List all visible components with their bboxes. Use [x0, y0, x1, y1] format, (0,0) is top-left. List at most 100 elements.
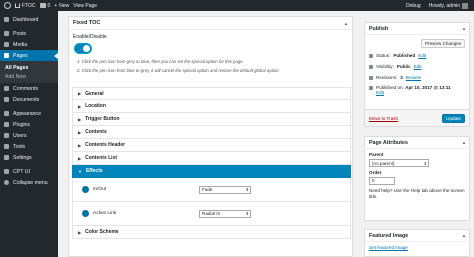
date-edit-link[interactable]: Edit: [376, 90, 384, 95]
pen-icon[interactable]: [82, 210, 89, 217]
wp-logo-menu[interactable]: [4, 2, 11, 9]
home-icon: [15, 3, 20, 8]
sidebar-item-appearance[interactable]: Appearance: [0, 108, 58, 119]
sidebar-item-documents[interactable]: Documents: [0, 94, 58, 105]
status-row: Status: Published Edit: [365, 50, 469, 61]
visibility-row: Visibility: Public Edit: [365, 61, 469, 72]
move-to-trash-link[interactable]: Move to Trash: [369, 116, 398, 121]
view-page-label: View Page: [73, 2, 98, 9]
avatar: [462, 2, 468, 9]
effect-active-link-select[interactable]: Radial In: [199, 209, 251, 218]
key-icon: [369, 53, 373, 58]
parent-select[interactable]: (no parent): [369, 159, 429, 167]
sidebar-item-settings[interactable]: Settings: [0, 152, 58, 163]
effect-active-link-label: Active Link: [93, 211, 117, 216]
sidebar-item-dashboard[interactable]: Dashboard: [0, 14, 58, 25]
new-content-link[interactable]: + New: [54, 3, 69, 9]
caret-right-icon: ▶: [78, 116, 82, 122]
settings-icon: [4, 155, 9, 160]
sidebar-item-posts[interactable]: Posts: [0, 28, 58, 39]
effect-in-out-row: In/Out Fade: [72, 178, 351, 202]
sidebar-item-label: Comments: [13, 85, 39, 92]
section-effects[interactable]: ▼ Effects: [72, 165, 351, 178]
status-label: Status:: [376, 53, 391, 58]
submenu-add-new[interactable]: Add New: [0, 72, 58, 81]
comments-link[interactable]: 0: [39, 2, 51, 9]
sidebar-item-label: CPT UI: [13, 168, 30, 175]
comments-count: 0: [47, 2, 51, 9]
visibility-label: Visibility:: [376, 64, 394, 69]
publish-title: Publish: [369, 25, 389, 32]
gear-icon: [4, 169, 9, 174]
section-trigger-button[interactable]: ▶ Trigger Button: [72, 113, 351, 126]
comments-icon: [4, 86, 9, 91]
status-edit-link[interactable]: Edit: [418, 53, 426, 58]
section-location[interactable]: ▶ Location: [72, 100, 351, 113]
caret-right-icon: ▶: [78, 103, 82, 109]
collapse-triangle-icon[interactable]: ▲: [462, 26, 466, 31]
caret-right-icon: ▶: [78, 129, 82, 135]
preview-changes-button[interactable]: Preview Changes: [420, 39, 465, 48]
hint-2: 2. Click the pen icon from blue to grey,…: [77, 68, 280, 73]
sidebar-item-cpt-ui[interactable]: CPT UI: [0, 166, 58, 177]
sidebar-item-tools[interactable]: Tools: [0, 141, 58, 152]
view-page-link[interactable]: View Page: [73, 3, 97, 9]
collapse-triangle-icon[interactable]: ▲: [344, 21, 348, 26]
caret-right-icon: ▶: [78, 229, 82, 235]
section-contents-list[interactable]: ▶ Contents List: [72, 152, 351, 165]
section-label: General: [85, 90, 104, 97]
metabox-header[interactable]: Fixed TOC ▲: [69, 17, 352, 30]
effect-in-out-label: In/Out: [93, 187, 107, 192]
wordpress-logo-icon: [4, 2, 11, 9]
sidebar-item-label: Plugins: [13, 121, 31, 128]
publish-metabox: Publish ▲ Preview Changes Status: Publishe…: [364, 22, 470, 127]
site-name: FTOC: [22, 2, 36, 9]
section-contents-header[interactable]: ▶ Contents Header: [72, 139, 351, 152]
dashboard-icon: [4, 17, 9, 22]
browse-link[interactable]: Browse: [406, 75, 421, 80]
featured-image-header[interactable]: Featured Image ▲: [365, 230, 469, 242]
howdy-text: Howdy, admin: [428, 2, 460, 9]
submenu-all-pages[interactable]: All Pages: [0, 63, 58, 72]
pages-icon: [4, 53, 9, 58]
visibility-edit-link[interactable]: Edit: [414, 64, 422, 69]
pen-icon[interactable]: [82, 186, 89, 193]
sidebar-item-comments[interactable]: Comments: [0, 83, 58, 94]
media-icon: [4, 42, 9, 47]
sidebar-item-label: Tools: [13, 143, 26, 150]
collapse-triangle-icon[interactable]: ▲: [462, 140, 466, 145]
sidebar-item-label: Appearance: [13, 110, 41, 117]
option-sections: ▶ General ▶ Location ▶ Trigger Button ▶ Cont…: [72, 87, 351, 239]
sidebar-item-label: Settings: [13, 154, 32, 161]
comment-bubble-icon: [39, 3, 46, 8]
site-name-link[interactable]: FTOC: [15, 3, 36, 9]
fixed-toc-metabox: Fixed TOC ▲ Enable/Disable 1. Click the …: [68, 16, 353, 257]
collapse-triangle-icon[interactable]: ▲: [462, 233, 466, 238]
page-attributes-header[interactable]: Page Attributes ▲: [365, 137, 469, 149]
metabox-title: Fixed TOC: [73, 20, 101, 26]
section-contents[interactable]: ▶ Contents: [72, 126, 351, 139]
new-label: New: [59, 2, 70, 9]
sidebar-item-users[interactable]: Users: [0, 130, 58, 141]
account-menu[interactable]: Howdy, admin: [428, 2, 468, 9]
section-general[interactable]: ▶ General: [72, 87, 351, 100]
enable-toggle[interactable]: [74, 43, 92, 54]
section-label: Color Scheme: [85, 229, 119, 235]
sidebar-item-plugins[interactable]: Plugins: [0, 119, 58, 130]
order-input[interactable]: 0: [369, 177, 395, 185]
publish-header[interactable]: Publish ▲: [365, 23, 469, 35]
section-label: Contents: [85, 129, 107, 135]
debug-link[interactable]: Debug: [406, 3, 421, 9]
update-button[interactable]: Update: [442, 113, 465, 123]
sidebar-item-media[interactable]: Media: [0, 39, 58, 50]
set-featured-image-link[interactable]: Set featured image: [369, 245, 408, 250]
admin-sidebar: Dashboard Posts Media Pages All Pages Ad…: [0, 11, 58, 257]
published-date: Apr 10, 2017 @ 13:11: [405, 85, 451, 90]
section-label: Location: [85, 103, 106, 109]
plugin-icon: [4, 122, 9, 127]
plus-icon: +: [54, 2, 58, 9]
effect-in-out-select[interactable]: Fade: [199, 185, 251, 194]
sidebar-item-pages[interactable]: Pages: [0, 50, 58, 61]
section-color-scheme[interactable]: ▶ Color Scheme: [72, 226, 351, 239]
collapse-menu-button[interactable]: Collapse menu: [0, 177, 58, 188]
